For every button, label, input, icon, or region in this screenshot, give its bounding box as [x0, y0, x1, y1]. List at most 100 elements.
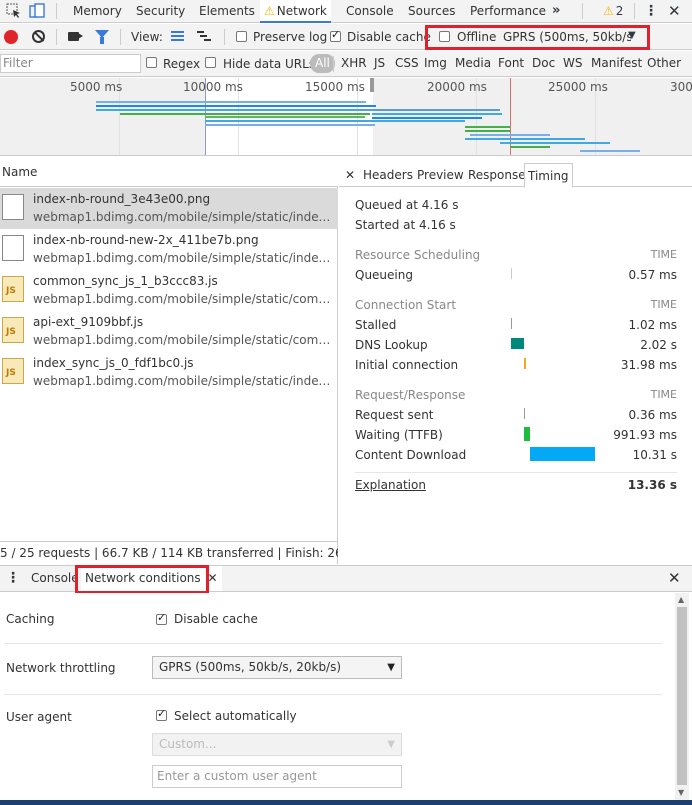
- tab-performance[interactable]: Performance: [466, 0, 550, 23]
- timing-row-initial-connection: Initial connection 31.98 ms: [355, 355, 677, 375]
- filter-type-xhr[interactable]: XHR: [338, 54, 370, 73]
- filter-input[interactable]: Filter: [0, 54, 141, 73]
- disable-cache-label: Disable cache: [347, 30, 431, 44]
- name-column-header[interactable]: Name: [0, 157, 338, 187]
- tick-label: 20000 ms: [427, 80, 487, 94]
- section-resource-scheduling: Resource Scheduling: [355, 248, 481, 262]
- js-file-icon: JS: [2, 358, 24, 384]
- warnings-counter[interactable]: ⚠ 2: [603, 0, 623, 22]
- filter-type-all[interactable]: All: [310, 54, 335, 73]
- device-toolbar-icon[interactable]: [29, 3, 45, 19]
- tab-console[interactable]: Console: [342, 0, 398, 23]
- more-tabs-chevron-icon[interactable]: »: [552, 0, 560, 22]
- filter-type-font[interactable]: Font: [495, 54, 527, 73]
- tab-elements[interactable]: Elements: [195, 0, 259, 23]
- record-button[interactable]: [4, 30, 18, 44]
- large-rows-icon[interactable]: [171, 31, 184, 43]
- close-drawer-icon[interactable]: ✕: [668, 566, 681, 591]
- tick-label: 10000 ms: [183, 80, 243, 94]
- custom-user-agent-input[interactable]: Enter a custom user agent: [152, 765, 402, 788]
- preserve-log-checkbox[interactable]: [236, 31, 247, 42]
- section-request-response: Request/Response: [355, 388, 466, 402]
- tab-timing[interactable]: Timing: [524, 163, 573, 188]
- request-row[interactable]: JS api-ext_9109bbf.js webmap1.bdimg.com/…: [0, 311, 338, 352]
- filter-type-css[interactable]: CSS: [392, 54, 422, 73]
- request-row[interactable]: JS index_sync_js_0_fdf1bc0.js webmap1.bd…: [0, 352, 338, 393]
- filter-type-media[interactable]: Media: [452, 54, 494, 73]
- devtools-tabbar: Memory Security Elements ⚠ Network Consol…: [0, 0, 692, 23]
- scroll-up-icon[interactable]: ▲: [678, 595, 684, 604]
- request-name: index_sync_js_0_fdf1bc0.js: [33, 356, 194, 370]
- tab-security[interactable]: Security: [132, 0, 189, 23]
- request-row[interactable]: index-nb-round_3e43e00.png webmap1.bdimg…: [0, 188, 338, 229]
- timing-label: Request sent: [355, 408, 434, 422]
- request-row[interactable]: JS common_sync_js_1_b3ccc83.js webmap1.b…: [0, 270, 338, 311]
- request-name: common_sync_js_1_b3ccc83.js: [33, 274, 218, 288]
- timeline-overview[interactable]: 5000 ms 10000 ms 15000 ms 20000 ms 25000…: [0, 78, 692, 156]
- tick-label: 5000 ms: [70, 80, 123, 94]
- timing-label: Stalled: [355, 318, 397, 332]
- time-column-label: TIME: [650, 388, 677, 401]
- timing-row-content-download: Content Download 10.31 s: [355, 445, 677, 465]
- tab-sources[interactable]: Sources: [404, 0, 459, 23]
- highlight-box-network-conditions: [75, 565, 209, 594]
- timing-row-stalled: Stalled 1.02 ms: [355, 315, 677, 335]
- filter-type-ws[interactable]: WS: [560, 54, 585, 73]
- filter-type-doc[interactable]: Doc: [529, 54, 558, 73]
- request-row[interactable]: index-nb-round-new-2x_411be7b.png webmap…: [0, 229, 338, 270]
- timing-label: DNS Lookup: [355, 338, 428, 352]
- close-detail-icon[interactable]: ✕: [342, 163, 358, 187]
- hide-data-urls-checkbox[interactable]: [205, 57, 216, 68]
- filter-type-manifest[interactable]: Manifest: [588, 54, 645, 73]
- customize-menu-icon[interactable]: ⋮: [644, 2, 658, 20]
- drawer-menu-icon[interactable]: ⋮: [6, 566, 20, 591]
- tab-preview[interactable]: Preview: [414, 163, 467, 187]
- custom-user-agent-select: Custom... ▼: [152, 733, 402, 756]
- disable-cache-checkbox[interactable]: [330, 28, 341, 42]
- request-path: webmap1.bdimg.com/mobile/simple/static/i…: [33, 210, 335, 224]
- overview-icon[interactable]: [197, 31, 211, 43]
- tab-response[interactable]: Response: [465, 163, 529, 187]
- scrollbar-thumb[interactable]: [677, 607, 687, 785]
- os-taskbar-edge: [0, 800, 692, 805]
- tab-network[interactable]: ⚠ Network: [260, 0, 331, 23]
- tab-memory[interactable]: Memory: [69, 0, 126, 23]
- drawer-disable-cache-checkbox[interactable]: [156, 611, 167, 625]
- inspect-element-icon[interactable]: [6, 3, 22, 19]
- drawer-scrollbar[interactable]: ▲ ▼: [675, 593, 689, 800]
- request-detail-pane: ✕ Headers Preview Response Timing Queued…: [339, 157, 692, 564]
- hide-data-urls-label: Hide data URLs: [223, 57, 316, 71]
- filter-icon[interactable]: [95, 30, 109, 44]
- tick-label: 25000 ms: [548, 80, 608, 94]
- select-automatically-checkbox[interactable]: [156, 707, 167, 721]
- filter-type-js[interactable]: JS: [371, 54, 388, 73]
- warning-count-icon: ⚠: [603, 4, 614, 18]
- select-arrow-icon: ▼: [387, 739, 395, 750]
- preserve-log-label: Preserve log: [253, 30, 328, 44]
- started-at: Started at 4.16 s: [355, 218, 456, 232]
- filter-type-other[interactable]: Other: [644, 54, 684, 73]
- explanation-link[interactable]: Explanation: [355, 478, 426, 492]
- scroll-down-icon[interactable]: ▼: [678, 788, 684, 797]
- regex-checkbox[interactable]: [146, 57, 157, 68]
- drawer-tab-console[interactable]: Console: [31, 566, 79, 591]
- regex-label: Regex: [163, 57, 201, 71]
- tab-headers[interactable]: Headers: [360, 163, 416, 187]
- timing-label: Waiting (TTFB): [355, 428, 443, 442]
- request-path: webmap1.bdimg.com/mobile/simple/static/c…: [33, 333, 335, 347]
- warning-icon: ⚠: [264, 4, 275, 18]
- timing-row-waiting: Waiting (TTFB) 991.93 ms: [355, 425, 677, 445]
- request-path: webmap1.bdimg.com/mobile/simple/static/i…: [33, 251, 335, 265]
- close-devtools-icon[interactable]: ✕: [668, 0, 681, 22]
- filter-bar: Filter Regex Hide data URLs All XHR JS C…: [0, 51, 692, 77]
- filter-type-img[interactable]: Img: [421, 54, 450, 73]
- js-file-icon: JS: [2, 317, 24, 343]
- time-column-label: TIME: [650, 248, 677, 261]
- timing-value: 0.57 ms: [628, 268, 677, 282]
- clear-button[interactable]: [32, 30, 45, 43]
- user-agent-label: User agent: [6, 710, 72, 724]
- timing-row-request-sent: Request sent 0.36 ms: [355, 405, 677, 425]
- capture-screenshots-icon[interactable]: [68, 32, 83, 41]
- drawer-tabbar: ⋮ Console Network conditions ✕ ✕: [0, 565, 692, 594]
- network-throttling-select[interactable]: GPRS (500ms, 50kb/s, 20kb/s) ▼: [152, 656, 402, 679]
